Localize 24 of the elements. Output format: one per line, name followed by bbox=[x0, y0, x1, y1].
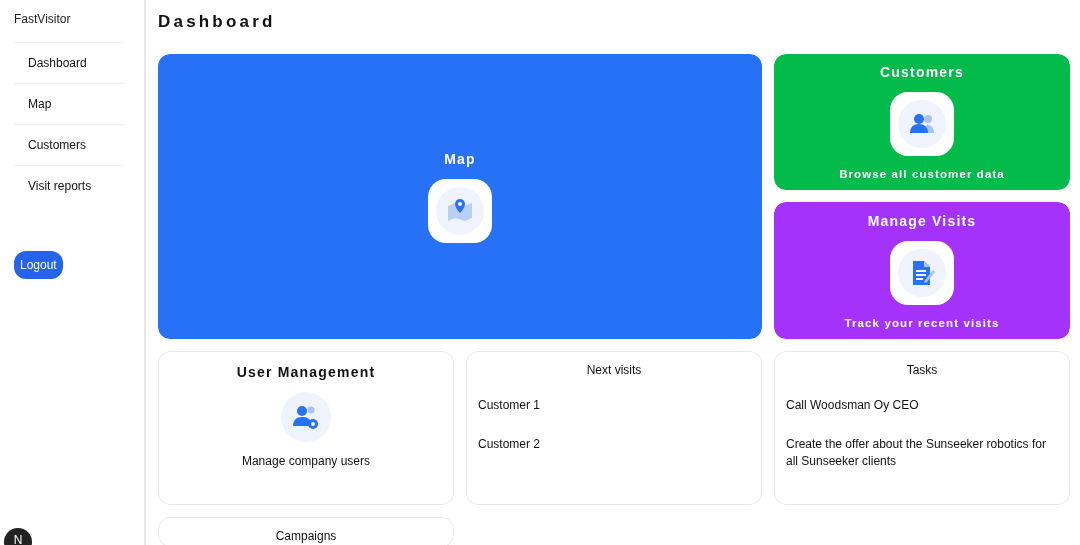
card-title: Next visits bbox=[585, 363, 643, 377]
list-item[interactable]: Create the offer about the Sunseeker robotics for all Sunseeker clients bbox=[786, 436, 1058, 470]
dev-badge[interactable]: N bbox=[4, 528, 32, 545]
card-title: Tasks bbox=[905, 363, 939, 377]
card-subtitle: Manage company users bbox=[241, 454, 371, 468]
tile-title: Manage Visits bbox=[867, 212, 977, 229]
tile-subtitle: Track your recent visits bbox=[844, 316, 1000, 329]
feature-tile[interactable]: Map bbox=[158, 54, 762, 339]
logout-button[interactable]: Logout bbox=[14, 251, 63, 279]
sidebar-item[interactable]: Customers bbox=[14, 124, 124, 165]
sidebar-item[interactable]: Map bbox=[14, 83, 124, 124]
list-item[interactable]: Customer 1 bbox=[478, 397, 750, 414]
page-title: Dashboard bbox=[158, 12, 277, 33]
tile-subtitle: Browse all customer data bbox=[839, 168, 1005, 180]
tile-title: Map bbox=[444, 150, 476, 167]
list-item[interactable]: Customer 2 bbox=[478, 436, 750, 453]
sidebar-item[interactable]: Visit reports bbox=[14, 165, 124, 206]
tile-title: Customers bbox=[880, 64, 964, 80]
card-title: User Management bbox=[236, 364, 376, 380]
list-item[interactable]: Call Woodsman Oy CEO bbox=[786, 397, 1058, 414]
feature-tile[interactable]: Manage Visits Track your recent visits bbox=[774, 202, 1070, 339]
brand-name: FastVisitor bbox=[14, 11, 72, 28]
sidebar-item[interactable]: Dashboard bbox=[14, 42, 124, 83]
card-title: Campaigns bbox=[274, 529, 338, 543]
